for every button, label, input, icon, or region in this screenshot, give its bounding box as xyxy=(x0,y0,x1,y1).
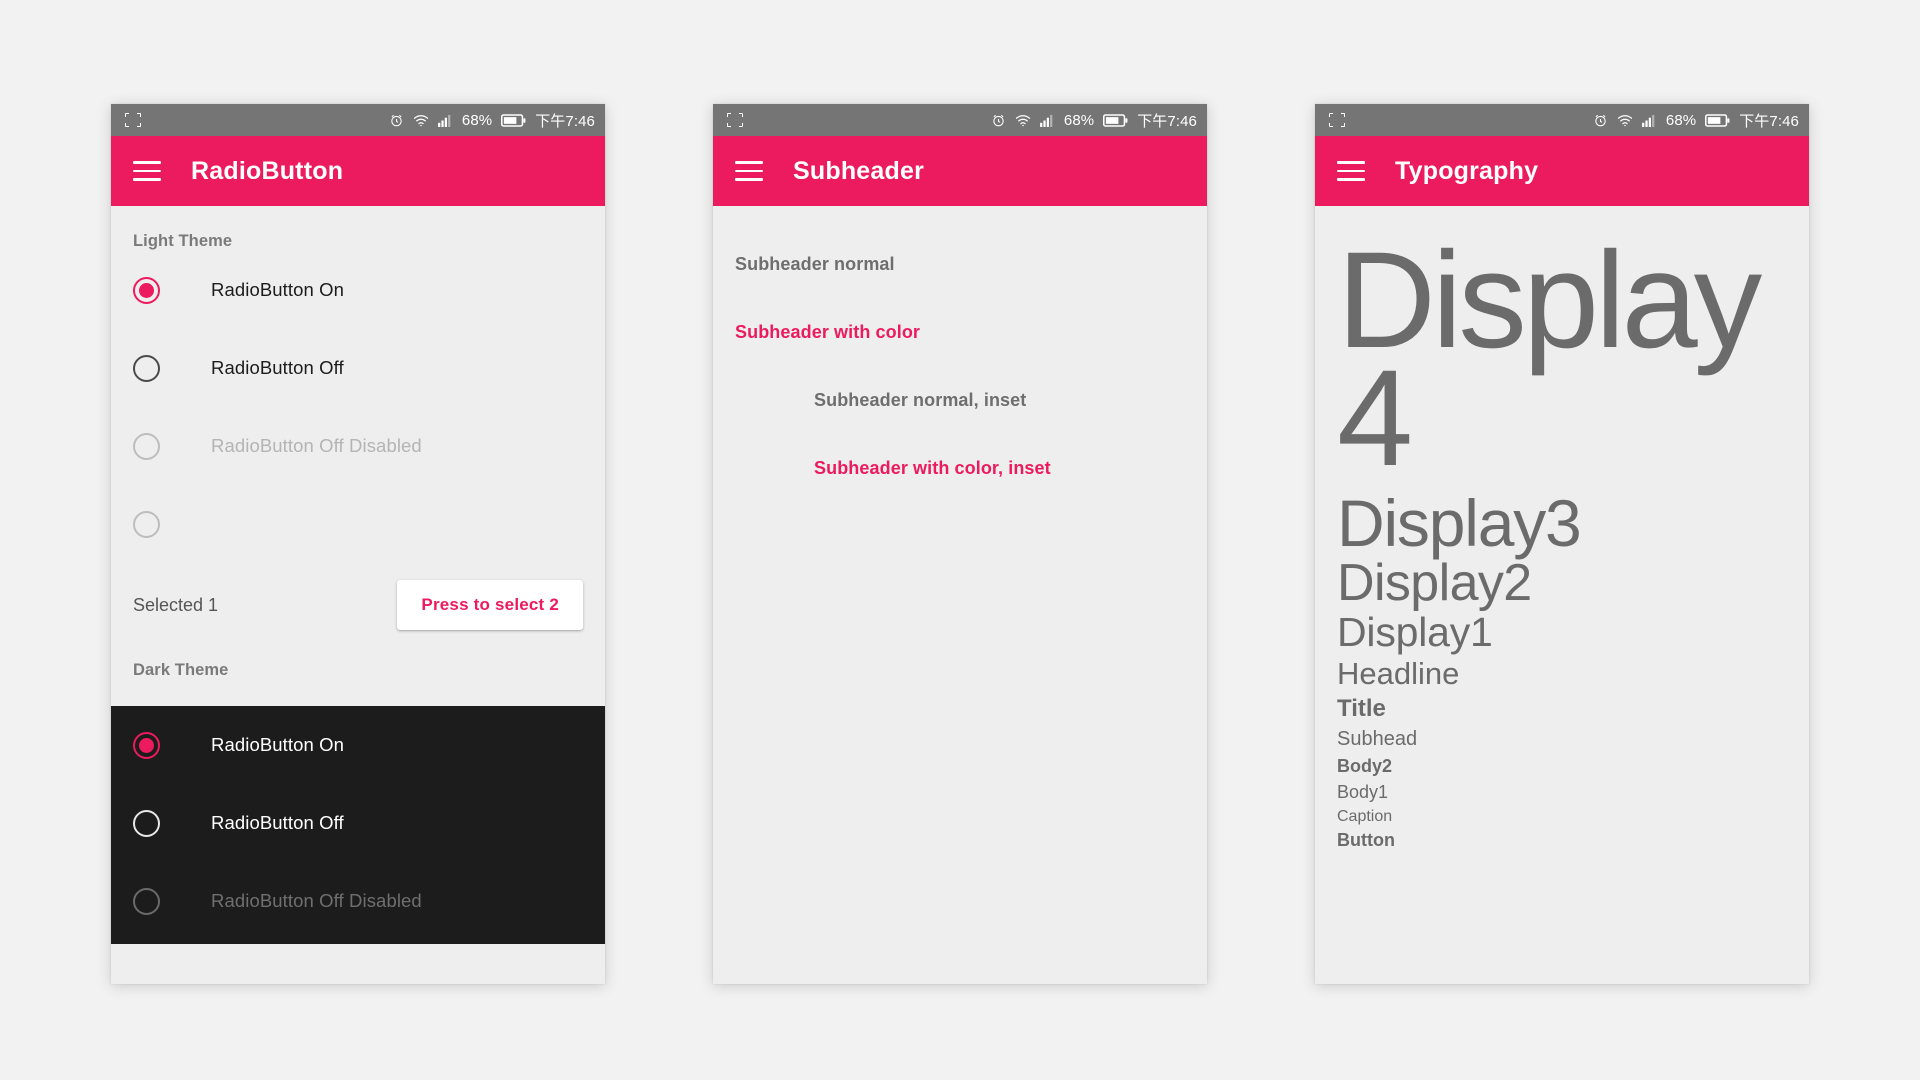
radio-on-icon[interactable] xyxy=(133,731,160,759)
subheader-content: Subheader normal Subheader with color Su… xyxy=(713,206,1207,984)
status-bar-right: 68% 下午7:46 xyxy=(1593,110,1799,131)
press-to-select-button[interactable]: Press to select 2 xyxy=(397,580,583,630)
radio-label: RadioButton On xyxy=(211,279,345,300)
battery-percent-label: 68% xyxy=(461,111,493,129)
page-title: RadioButton xyxy=(191,156,344,185)
clock-label: 下午7:46 xyxy=(1137,112,1197,130)
status-bar: 68% 下午7:46 xyxy=(713,104,1207,136)
radio-row-dark-off[interactable]: RadioButton Off xyxy=(111,784,605,862)
battery-icon xyxy=(1103,113,1128,127)
subheader-with-color: Subheader with color xyxy=(735,322,921,342)
phone-typography: 68% 下午7:46 Typography Display4 Display3 xyxy=(1315,104,1809,984)
clock-label: 下午7:46 xyxy=(535,112,595,130)
type-sample-body2: Body2 xyxy=(1337,756,1393,777)
status-bar-right: 68% 下午7:46 xyxy=(389,110,595,131)
alarm-clock-icon xyxy=(1593,113,1608,128)
radio-label: RadioButton Off Disabled xyxy=(211,435,422,456)
radio-off-disabled-icon xyxy=(133,510,160,538)
wifi-icon xyxy=(413,114,429,127)
type-sample-display1: Display1 xyxy=(1337,609,1493,656)
cellular-signal-icon xyxy=(437,114,453,127)
type-sample-headline: Headline xyxy=(1337,656,1460,692)
selection-status-row: Selected 1 Press to select 2 xyxy=(111,563,605,647)
page-title: Typography xyxy=(1395,156,1539,185)
radio-off-icon[interactable] xyxy=(133,354,160,382)
type-sample-body1: Body1 xyxy=(1337,781,1389,802)
radio-label: RadioButton Off xyxy=(211,812,344,833)
wifi-icon xyxy=(1617,114,1633,127)
type-sample-display2: Display2 xyxy=(1337,553,1532,612)
phone-subheader: 68% 下午7:46 Subheader Subheader normal Su… xyxy=(713,104,1207,984)
dark-theme-label: Dark Theme xyxy=(133,661,229,679)
battery-percent-label: 68% xyxy=(1063,111,1095,129)
radio-row-dark-on[interactable]: RadioButton On xyxy=(111,706,605,784)
screenshot-stage: 68% 下午7:46 RadioButton Light Theme Radio… xyxy=(0,0,1920,1080)
radio-row-light-off[interactable]: RadioButton Off xyxy=(111,329,605,407)
type-sample-display4: Display4 xyxy=(1337,224,1762,495)
radio-row-dark-off-disabled: RadioButton Off Disabled xyxy=(111,862,605,940)
app-bar: RadioButton xyxy=(111,136,605,206)
radio-row-light-off-disabled: RadioButton Off Disabled xyxy=(111,407,605,485)
status-bar: 68% 下午7:46 xyxy=(111,104,605,136)
type-sample-subhead: Subhead xyxy=(1337,727,1418,750)
type-sample-caption: Caption xyxy=(1337,808,1393,826)
screen-cast-icon xyxy=(726,112,744,128)
status-bar-left xyxy=(726,112,744,128)
subheader-with-color-inset: Subheader with color, inset xyxy=(814,458,1051,478)
battery-percent-label: 68% xyxy=(1665,111,1697,129)
typography-content: Display4 Display3 Display2 Display1 Head… xyxy=(1315,206,1809,984)
status-bar-right: 68% 下午7:46 xyxy=(991,110,1197,131)
wifi-icon xyxy=(1015,114,1031,127)
phone-radiobutton: 68% 下午7:46 RadioButton Light Theme Radio… xyxy=(111,104,605,984)
radio-label: RadioButton On xyxy=(211,734,345,755)
dark-theme-panel: RadioButton On RadioButton Off RadioButt… xyxy=(111,706,605,944)
radio-off-disabled-icon xyxy=(133,432,160,460)
page-title: Subheader xyxy=(793,156,924,185)
battery-icon xyxy=(501,113,526,127)
alarm-clock-icon xyxy=(389,113,404,128)
radio-label: RadioButton Off xyxy=(211,357,344,378)
hamburger-menu-icon[interactable] xyxy=(735,161,763,181)
radiobutton-content: Light Theme RadioButton On RadioButton O… xyxy=(111,206,605,984)
selected-label: Selected 1 xyxy=(133,594,219,615)
cellular-signal-icon xyxy=(1641,114,1657,127)
hamburger-menu-icon[interactable] xyxy=(133,161,161,181)
radio-row-light-unlabeled xyxy=(111,485,605,563)
hamburger-menu-icon[interactable] xyxy=(1337,161,1365,181)
type-sample-title: Title xyxy=(1337,695,1386,723)
radio-off-icon[interactable] xyxy=(133,809,160,837)
subheader-normal: Subheader normal xyxy=(735,254,895,274)
type-sample-button: Button xyxy=(1337,830,1395,851)
app-bar: Typography xyxy=(1315,136,1809,206)
cellular-signal-icon xyxy=(1039,114,1055,127)
subheader-normal-inset: Subheader normal, inset xyxy=(814,390,1027,410)
radio-on-icon[interactable] xyxy=(133,276,160,304)
radio-row-light-on[interactable]: RadioButton On xyxy=(111,251,605,329)
light-theme-label: Light Theme xyxy=(133,232,233,250)
status-bar: 68% 下午7:46 xyxy=(1315,104,1809,136)
type-sample-display3: Display3 xyxy=(1337,485,1582,560)
alarm-clock-icon xyxy=(991,113,1006,128)
battery-icon xyxy=(1705,113,1730,127)
radio-off-disabled-icon xyxy=(133,887,160,915)
app-bar: Subheader xyxy=(713,136,1207,206)
clock-label: 下午7:46 xyxy=(1739,112,1799,130)
screen-cast-icon xyxy=(124,112,142,128)
screen-cast-icon xyxy=(1328,112,1346,128)
status-bar-left xyxy=(1328,112,1346,128)
status-bar-left xyxy=(124,112,142,128)
radio-label: RadioButton Off Disabled xyxy=(211,890,422,911)
